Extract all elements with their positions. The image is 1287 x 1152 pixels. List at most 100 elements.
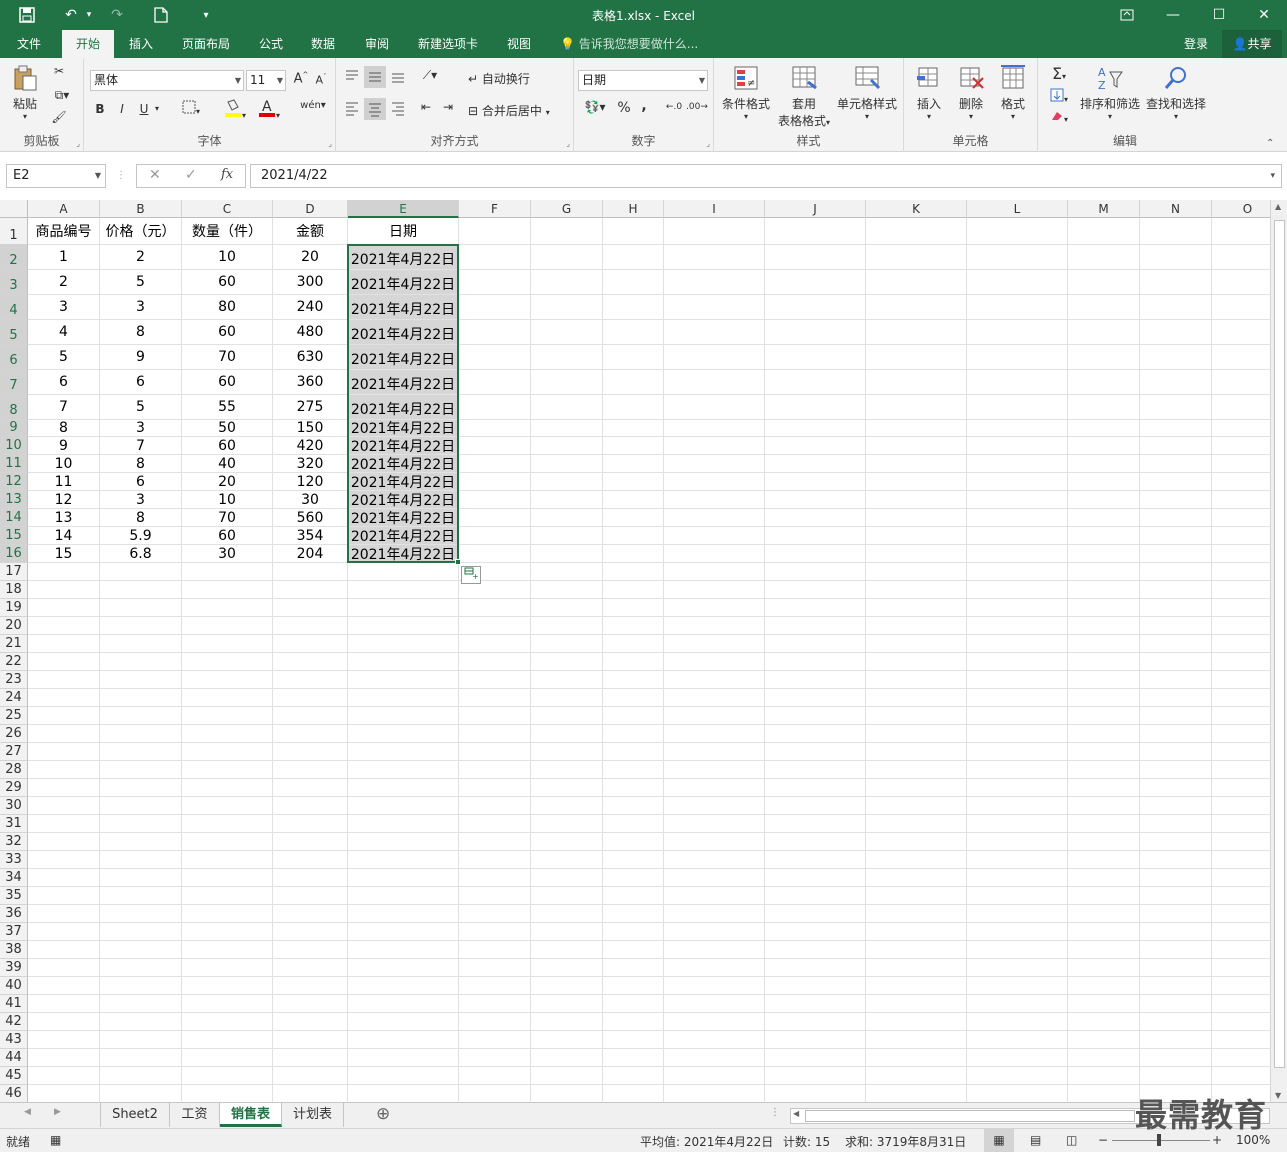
tab-view[interactable]: 视图	[496, 30, 542, 58]
empty-cell[interactable]	[1068, 851, 1140, 869]
empty-cell[interactable]	[967, 635, 1068, 653]
empty-cell[interactable]	[459, 977, 531, 995]
empty-cell[interactable]	[459, 761, 531, 779]
tab-formulas[interactable]: 公式	[248, 30, 294, 58]
fill-icon[interactable]: ▾	[1044, 88, 1074, 105]
empty-cell[interactable]	[100, 635, 182, 653]
prev-sheet-icon[interactable]: ◀	[24, 1107, 31, 1117]
empty-cell[interactable]	[100, 743, 182, 761]
empty-cell[interactable]	[28, 833, 100, 851]
data-cell[interactable]: 6	[100, 370, 182, 395]
data-cell[interactable]: 2021年4月22日	[348, 420, 459, 437]
format-painter-icon[interactable]: 🖌	[48, 110, 70, 130]
empty-cell[interactable]	[1140, 779, 1212, 797]
next-sheet-icon[interactable]: ▶	[54, 1107, 61, 1117]
empty-cell[interactable]	[459, 1031, 531, 1049]
empty-cell[interactable]	[765, 815, 866, 833]
column-header-d[interactable]: D	[273, 200, 348, 218]
empty-cell[interactable]	[1212, 977, 1270, 995]
data-cell[interactable]: 55	[182, 395, 273, 420]
empty-cell[interactable]	[866, 725, 967, 743]
empty-cell[interactable]	[664, 743, 765, 761]
empty-cell[interactable]	[1212, 370, 1270, 395]
empty-cell[interactable]	[866, 563, 967, 581]
empty-cell[interactable]	[967, 1085, 1068, 1102]
data-cell[interactable]: 2	[100, 245, 182, 270]
row-header[interactable]: 44	[0, 1049, 28, 1067]
empty-cell[interactable]	[459, 815, 531, 833]
empty-cell[interactable]	[459, 491, 531, 509]
empty-cell[interactable]	[348, 617, 459, 635]
empty-cell[interactable]	[531, 617, 603, 635]
empty-cell[interactable]	[100, 581, 182, 599]
close-button[interactable]: ✕	[1241, 0, 1287, 30]
column-header-h[interactable]: H	[603, 200, 664, 218]
empty-cell[interactable]	[1212, 797, 1270, 815]
empty-cell[interactable]	[866, 1049, 967, 1067]
empty-cell[interactable]	[531, 270, 603, 295]
empty-cell[interactable]	[531, 941, 603, 959]
empty-cell[interactable]	[866, 779, 967, 797]
empty-cell[interactable]	[348, 905, 459, 923]
empty-cell[interactable]	[866, 653, 967, 671]
data-cell[interactable]: 6.8	[100, 545, 182, 563]
empty-cell[interactable]	[1068, 1013, 1140, 1031]
empty-cell[interactable]	[182, 617, 273, 635]
empty-cell[interactable]	[765, 671, 866, 689]
empty-cell[interactable]	[1140, 959, 1212, 977]
empty-cell[interactable]	[100, 689, 182, 707]
empty-cell[interactable]	[182, 1013, 273, 1031]
ribbon-display-icon[interactable]	[1104, 0, 1150, 30]
empty-cell[interactable]	[459, 743, 531, 761]
row-header[interactable]: 24	[0, 689, 28, 707]
font-color-icon[interactable]: A ▾	[254, 98, 284, 121]
align-left-icon[interactable]	[342, 100, 362, 119]
tab-data[interactable]: 数据	[300, 30, 346, 58]
row-header[interactable]: 29	[0, 779, 28, 797]
empty-cell[interactable]	[866, 1085, 967, 1102]
column-header-j[interactable]: J	[765, 200, 866, 218]
data-cell[interactable]: 2021年4月22日	[348, 455, 459, 473]
empty-cell[interactable]	[100, 761, 182, 779]
empty-cell[interactable]	[531, 959, 603, 977]
data-cell[interactable]: 8	[100, 455, 182, 473]
empty-cell[interactable]	[100, 923, 182, 941]
empty-cell[interactable]	[1140, 581, 1212, 599]
empty-cell[interactable]	[1212, 635, 1270, 653]
row-header[interactable]: 2	[0, 245, 28, 270]
empty-cell[interactable]	[1140, 509, 1212, 527]
empty-cell[interactable]	[1068, 977, 1140, 995]
data-cell[interactable]: 20	[273, 245, 348, 270]
empty-cell[interactable]	[1212, 245, 1270, 270]
empty-cell[interactable]	[866, 707, 967, 725]
empty-cell[interactable]	[459, 345, 531, 370]
data-cell[interactable]: 300	[273, 270, 348, 295]
empty-cell[interactable]	[765, 617, 866, 635]
collapse-ribbon-icon[interactable]: ⌃	[1266, 138, 1274, 149]
empty-cell[interactable]	[1068, 370, 1140, 395]
empty-cell[interactable]	[1068, 420, 1140, 437]
empty-cell[interactable]	[765, 527, 866, 545]
empty-cell[interactable]	[28, 779, 100, 797]
empty-cell[interactable]	[1068, 545, 1140, 563]
empty-cell[interactable]	[459, 218, 531, 245]
empty-cell[interactable]	[664, 1013, 765, 1031]
empty-cell[interactable]	[348, 1049, 459, 1067]
empty-cell[interactable]	[967, 1067, 1068, 1085]
empty-cell[interactable]	[603, 420, 664, 437]
empty-cell[interactable]	[273, 905, 348, 923]
name-box[interactable]: E2 ▼	[6, 164, 106, 188]
empty-cell[interactable]	[664, 473, 765, 491]
empty-cell[interactable]	[273, 851, 348, 869]
empty-cell[interactable]	[348, 635, 459, 653]
empty-cell[interactable]	[348, 815, 459, 833]
empty-cell[interactable]	[28, 959, 100, 977]
empty-cell[interactable]	[664, 977, 765, 995]
empty-cell[interactable]	[273, 869, 348, 887]
underline-dropdown-icon[interactable]: ▾	[152, 104, 162, 113]
empty-cell[interactable]	[1140, 653, 1212, 671]
empty-cell[interactable]	[967, 270, 1068, 295]
empty-cell[interactable]	[459, 370, 531, 395]
empty-cell[interactable]	[273, 599, 348, 617]
data-cell[interactable]: 4	[28, 320, 100, 345]
